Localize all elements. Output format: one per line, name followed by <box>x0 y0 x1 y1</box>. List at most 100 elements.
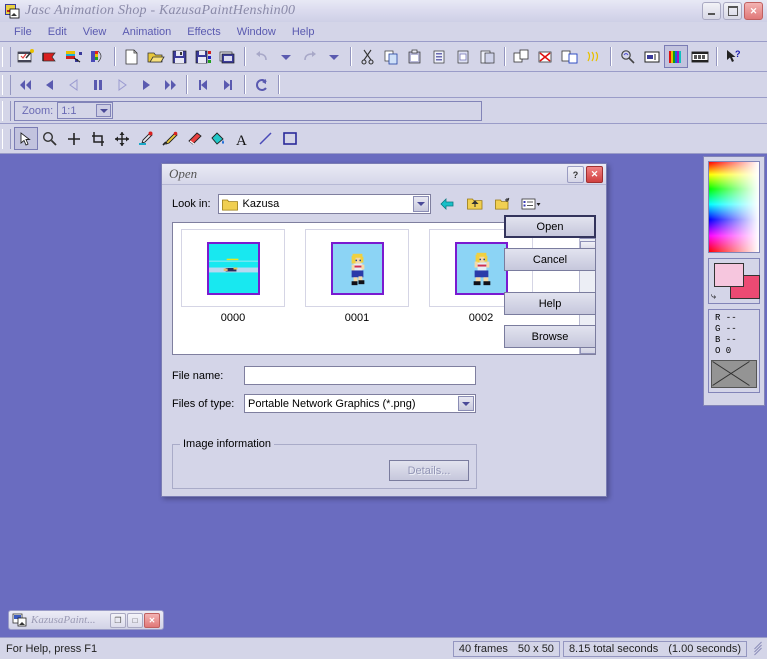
first-frame-icon[interactable] <box>14 73 38 96</box>
crop-tool-icon[interactable] <box>86 127 110 150</box>
toolbar-grip[interactable] <box>2 128 11 149</box>
close-button[interactable]: ✕ <box>744 2 763 20</box>
paste-icon[interactable] <box>404 45 428 68</box>
minimize-button[interactable] <box>702 2 721 20</box>
undo-dropdown-icon[interactable] <box>274 45 298 68</box>
color-gradient-picker[interactable] <box>708 161 760 253</box>
dialog-help-button[interactable]: ? <box>567 166 584 183</box>
menu-edit[interactable]: Edit <box>40 24 75 40</box>
menu-window[interactable]: Window <box>229 24 284 40</box>
save-icon[interactable] <box>168 45 192 68</box>
eraser-tool-icon[interactable] <box>182 127 206 150</box>
restore-button[interactable]: ❐ <box>110 612 126 628</box>
animation-wizard-icon[interactable] <box>14 45 38 68</box>
image-palette-icon[interactable] <box>86 45 110 68</box>
delete-frames-icon[interactable] <box>534 45 558 68</box>
file-name-row: File name: <box>172 366 596 385</box>
create-new-folder-icon[interactable] <box>492 194 515 215</box>
loop-icon[interactable] <box>250 73 274 96</box>
menu-view[interactable]: View <box>75 24 115 40</box>
toolbar-grip[interactable] <box>2 46 11 67</box>
look-in-select[interactable]: Kazusa <box>217 194 431 214</box>
chevron-down-icon[interactable] <box>96 104 112 117</box>
shape-tool-icon[interactable] <box>278 127 302 150</box>
menu-animation[interactable]: Animation <box>114 24 179 40</box>
step-back-icon[interactable] <box>192 73 216 96</box>
cut-icon[interactable] <box>356 45 380 68</box>
toolbar-grip[interactable] <box>2 100 11 121</box>
help-button[interactable]: Help <box>504 292 596 315</box>
up-one-level-icon[interactable] <box>464 194 487 215</box>
optimization-wizard-icon[interactable] <box>664 45 688 68</box>
maximize-button[interactable]: □ <box>127 612 143 628</box>
details-button[interactable]: Details... <box>389 460 469 481</box>
undo-icon[interactable] <box>250 45 274 68</box>
fast-forward-icon[interactable] <box>158 73 182 96</box>
mover-tool-icon[interactable] <box>110 127 134 150</box>
look-in-label: Look in: <box>172 198 211 210</box>
file-name-input[interactable] <box>244 366 476 385</box>
resize-grip[interactable] <box>750 641 764 656</box>
menu-effects[interactable]: Effects <box>179 24 228 40</box>
back-icon[interactable] <box>436 194 459 215</box>
chevron-down-icon[interactable] <box>458 396 474 411</box>
file-item[interactable]: 0001 <box>305 229 409 324</box>
cancel-button[interactable]: Cancel <box>504 248 596 271</box>
toolbar-separator <box>244 75 246 94</box>
minimized-document-window[interactable]: KazusaPaint... ❐ □ ✕ <box>8 610 164 630</box>
file-type-select[interactable]: Portable Network Graphics (*.png) <box>244 394 476 413</box>
fast-rewind-icon[interactable] <box>38 73 62 96</box>
redo-icon[interactable] <box>298 45 322 68</box>
redo-dropdown-icon[interactable] <box>322 45 346 68</box>
pause-icon[interactable] <box>86 73 110 96</box>
foreground-color-swatch[interactable] <box>714 263 744 287</box>
menu-file[interactable]: File <box>6 24 40 40</box>
file-item[interactable]: 0000 <box>181 229 285 324</box>
crosshair-tool-icon[interactable] <box>62 127 86 150</box>
play-reverse-icon[interactable] <box>110 73 134 96</box>
views-icon[interactable] <box>520 194 543 215</box>
close-button[interactable]: ✕ <box>144 612 160 628</box>
copy-icon[interactable] <box>380 45 404 68</box>
animation-effects-icon[interactable] <box>62 45 86 68</box>
chevron-down-icon[interactable] <box>412 196 429 212</box>
paintbrush-tool-icon[interactable] <box>158 127 182 150</box>
maximize-button[interactable] <box>723 2 742 20</box>
title-bar: Jasc Animation Shop - KazusaPaintHenshin… <box>0 0 767 23</box>
animation-properties-icon[interactable] <box>582 45 606 68</box>
dialog-close-button[interactable]: ✕ <box>586 166 603 183</box>
frame-properties-icon[interactable] <box>640 45 664 68</box>
open-icon[interactable] <box>144 45 168 68</box>
dropper-tool-icon[interactable] <box>134 127 158 150</box>
color-swatches[interactable]: ⤷ <box>708 258 760 304</box>
rewind-icon[interactable] <box>62 73 86 96</box>
arrow-tool-icon[interactable] <box>14 127 38 150</box>
duplicate-selected-icon[interactable] <box>510 45 534 68</box>
browse-button[interactable]: Browse <box>504 325 596 348</box>
dialog-window-controls: ? ✕ <box>567 166 603 183</box>
zoom-select[interactable]: 1:1 <box>57 102 114 119</box>
paste-into-selected-frame-icon[interactable] <box>452 45 476 68</box>
banner-wizard-icon[interactable] <box>38 45 62 68</box>
save-as-icon[interactable] <box>192 45 216 68</box>
flood-fill-tool-icon[interactable] <box>206 127 230 150</box>
save-frames-as-icon[interactable] <box>216 45 240 68</box>
open-button[interactable]: Open <box>504 215 596 238</box>
play-icon[interactable] <box>134 73 158 96</box>
help-pointer-icon[interactable]: ? <box>722 45 746 68</box>
view-animation-icon[interactable] <box>616 45 640 68</box>
filmstrip-icon[interactable] <box>688 45 712 68</box>
toolbar-grip[interactable] <box>2 74 11 95</box>
paste-as-new-animation-icon[interactable] <box>428 45 452 68</box>
menu-help[interactable]: Help <box>284 24 323 40</box>
paste-before-current-frame-icon[interactable] <box>476 45 500 68</box>
text-tool-icon[interactable]: A <box>230 127 254 150</box>
insert-frames-icon[interactable] <box>558 45 582 68</box>
new-icon[interactable] <box>120 45 144 68</box>
line-tool-icon[interactable] <box>254 127 278 150</box>
toolbar-separator <box>114 47 116 66</box>
swap-colors-icon[interactable]: ⤷ <box>711 292 716 301</box>
step-forward-icon[interactable] <box>216 73 240 96</box>
magnifier-tool-icon[interactable] <box>38 127 62 150</box>
transparent-swatch[interactable] <box>711 360 757 388</box>
